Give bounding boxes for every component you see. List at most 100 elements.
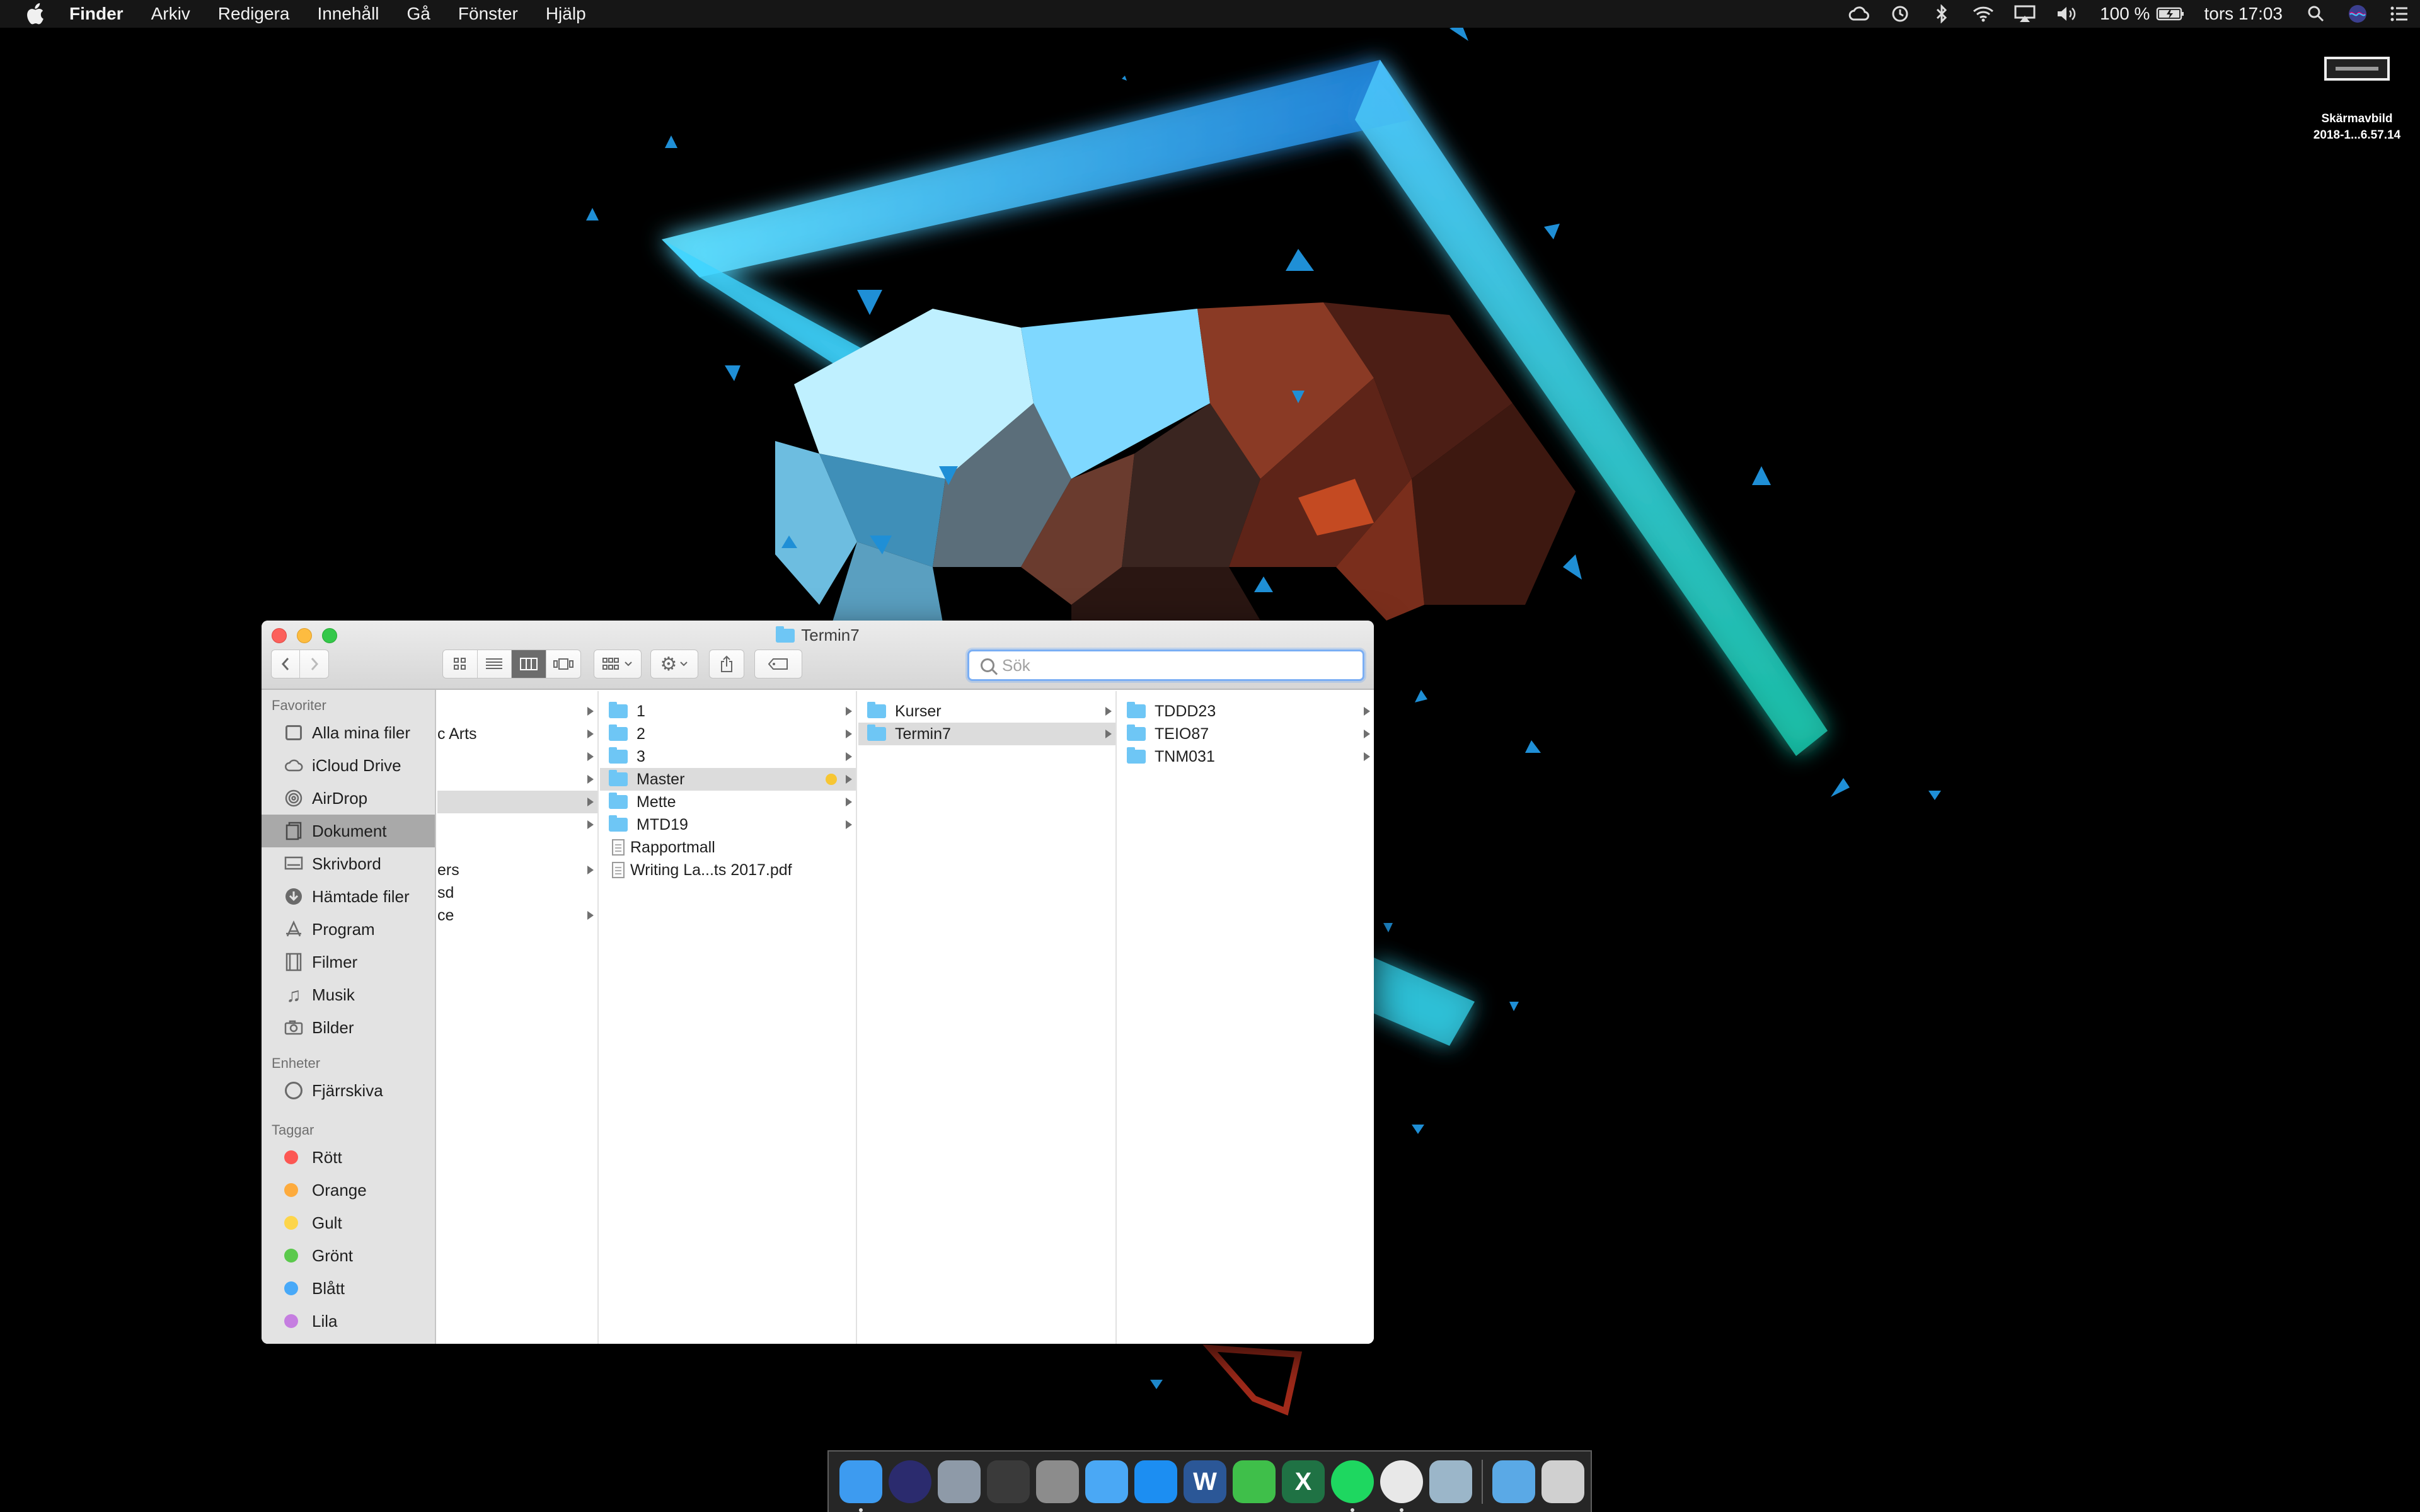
sidebar-item-remote-disc[interactable]: Fjärrskiva: [262, 1074, 435, 1107]
list-item[interactable]: [437, 745, 597, 768]
search-input[interactable]: [1002, 655, 1330, 675]
sidebar-tag-purple[interactable]: Lila: [262, 1305, 435, 1337]
browser-column-1[interactable]: c Arts ers sd ce: [437, 691, 599, 1344]
sidebar-tag-green[interactable]: Grönt: [262, 1239, 435, 1272]
volume-icon[interactable]: [2046, 0, 2087, 28]
time-machine-icon[interactable]: [1879, 0, 1921, 28]
finder-window[interactable]: Termin7 ⚙ Sök Favoriter Alla mina filer …: [262, 621, 1374, 1344]
creative-cloud-icon[interactable]: [1838, 0, 1879, 28]
preview-icon[interactable]: [1429, 1460, 1472, 1503]
list-item[interactable]: [437, 836, 597, 859]
sidebar-item-documents[interactable]: Dokument: [262, 815, 435, 847]
sidebar-tag-red[interactable]: Rött: [262, 1141, 435, 1174]
document-icon: [612, 839, 625, 856]
browser-column-4[interactable]: TDDD23 TEIO87 TNM031: [1118, 691, 1374, 1344]
sidebar-item-desktop[interactable]: Skrivbord: [262, 847, 435, 880]
arrange-button[interactable]: [594, 650, 642, 679]
list-item[interactable]: [437, 700, 597, 723]
sidebar-item-airdrop[interactable]: AirDrop: [262, 782, 435, 815]
menu-clock[interactable]: tors 17:03: [2191, 4, 2295, 24]
menu-arkiv[interactable]: Arkiv: [137, 4, 204, 24]
action-menu-button[interactable]: ⚙: [650, 650, 698, 679]
sidebar-item-music[interactable]: ♫ Musik: [262, 978, 435, 1011]
folder-row[interactable]: 2: [600, 723, 856, 745]
notification-center-icon[interactable]: [2378, 0, 2420, 28]
folder-row[interactable]: 1: [600, 700, 856, 723]
menu-hjalp[interactable]: Hjälp: [532, 4, 600, 24]
folder-row-selected[interactable]: Termin7: [858, 723, 1115, 745]
folder-row[interactable]: Mette: [600, 791, 856, 813]
search-field[interactable]: [967, 650, 1364, 681]
folder-row[interactable]: TEIO87: [1118, 723, 1374, 745]
word-icon[interactable]: W: [1184, 1460, 1226, 1503]
folder-row[interactable]: 3: [600, 745, 856, 768]
column-view-button[interactable]: [512, 650, 546, 678]
list-item[interactable]: [437, 813, 597, 836]
sidebar-item-pictures[interactable]: Bilder: [262, 1011, 435, 1044]
wifi-icon[interactable]: [1962, 0, 2004, 28]
sidebar-item-applications[interactable]: Program: [262, 913, 435, 946]
browser-column-2[interactable]: 1 2 3 Master Mette MTD19 Rapportmall Wri…: [600, 691, 857, 1344]
folder-row-selected[interactable]: Master: [600, 768, 856, 791]
sidebar-tag-orange[interactable]: Orange: [262, 1174, 435, 1206]
list-item[interactable]: ers: [437, 859, 597, 881]
list-item[interactable]: sd: [437, 881, 597, 904]
icon-view-button[interactable]: [443, 650, 478, 678]
excel-icon[interactable]: X: [1282, 1460, 1325, 1503]
file-row[interactable]: Rapportmall: [600, 836, 856, 859]
app-store-icon[interactable]: [1134, 1460, 1177, 1503]
folder-row[interactable]: TNM031: [1118, 745, 1374, 768]
edit-tags-button[interactable]: [754, 650, 802, 679]
chrome-icon[interactable]: [1380, 1460, 1423, 1512]
launchpad-icon[interactable]: [938, 1460, 981, 1503]
apple-menu-icon[interactable]: [0, 3, 69, 25]
desktop-screenshot-file[interactable]: Skärmavbild 2018-1...6.57.14: [2294, 57, 2420, 144]
sidebar-item-movies[interactable]: Filmer: [262, 946, 435, 978]
gallery-view-button[interactable]: [546, 650, 581, 678]
mission-control-icon[interactable]: [987, 1460, 1030, 1503]
finder-toolbar: Termin7 ⚙ Sök: [262, 621, 1374, 690]
finder-icon[interactable]: [839, 1460, 882, 1512]
list-item-selected[interactable]: [437, 791, 597, 813]
menu-redigera[interactable]: Redigera: [204, 4, 304, 24]
blue-tag-dot-icon: [284, 1281, 298, 1295]
folder-icon: [609, 747, 628, 764]
forward-button[interactable]: [300, 650, 328, 678]
folder-row[interactable]: MTD19: [600, 813, 856, 836]
downloads-folder-icon[interactable]: [1492, 1460, 1535, 1503]
menu-fonster[interactable]: Fönster: [444, 4, 532, 24]
system-preferences-icon[interactable]: [1036, 1460, 1079, 1503]
red-tag-dot-icon: [284, 1150, 298, 1164]
list-item[interactable]: c Arts: [437, 723, 597, 745]
siri-icon[interactable]: [2337, 0, 2378, 28]
spotify-icon[interactable]: [1331, 1460, 1374, 1512]
messages-icon[interactable]: [1085, 1460, 1128, 1503]
sidebar-tag-yellow[interactable]: Gult: [262, 1206, 435, 1239]
folder-row[interactable]: TDDD23: [1118, 700, 1374, 723]
sidebar-item-label: Filmer: [312, 952, 358, 971]
menu-ga[interactable]: Gå: [393, 4, 444, 24]
file-row[interactable]: Writing La...ts 2017.pdf: [600, 859, 856, 881]
siri-icon[interactable]: [889, 1460, 931, 1503]
menu-innehall[interactable]: Innehåll: [303, 4, 393, 24]
spotlight-icon[interactable]: [2295, 0, 2337, 28]
share-button[interactable]: [709, 650, 744, 679]
folder-row[interactable]: Kurser: [858, 700, 1115, 723]
sidebar-tag-blue[interactable]: Blått: [262, 1272, 435, 1305]
folder-icon: [609, 815, 628, 832]
browser-column-3[interactable]: Kurser Termin7: [858, 691, 1117, 1344]
sidebar-item-icloud-drive[interactable]: iCloud Drive: [262, 749, 435, 782]
menu-app-finder[interactable]: Finder: [69, 4, 137, 24]
trash-icon[interactable]: [1541, 1460, 1584, 1503]
sidebar-item-all-files[interactable]: Alla mina filer: [262, 716, 435, 749]
facetime-icon[interactable]: [1233, 1460, 1276, 1503]
list-item[interactable]: [437, 768, 597, 791]
airplay-icon[interactable]: [2004, 0, 2046, 28]
battery-icon[interactable]: [2150, 0, 2191, 28]
back-button[interactable]: [272, 650, 301, 678]
list-view-button[interactable]: [478, 650, 512, 678]
bluetooth-icon[interactable]: [1921, 0, 1962, 28]
sidebar-item-downloads[interactable]: Hämtade filer: [262, 880, 435, 913]
documents-icon: [284, 822, 303, 840]
list-item[interactable]: ce: [437, 904, 597, 927]
